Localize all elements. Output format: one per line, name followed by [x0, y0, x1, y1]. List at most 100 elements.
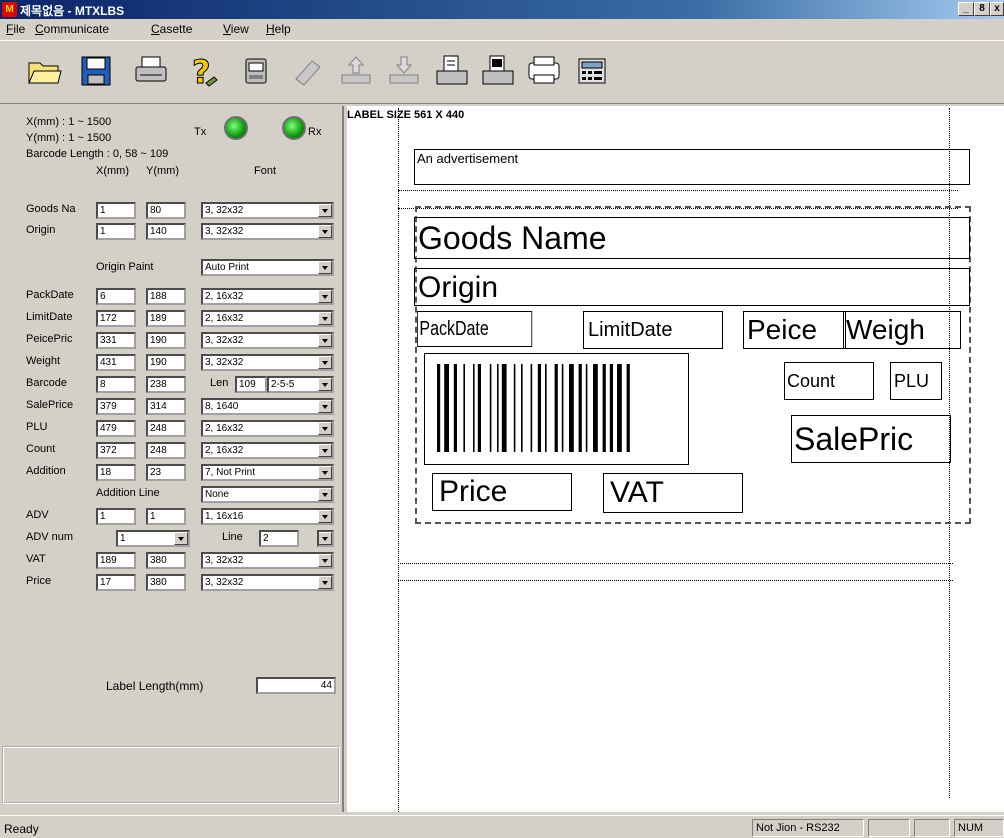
count-x-input[interactable]: 372 [96, 442, 136, 459]
peiceprice-x-input[interactable]: 331 [96, 332, 136, 349]
price-field[interactable]: Price [432, 473, 572, 511]
count-field[interactable]: Count [784, 362, 874, 400]
upload-tray-icon[interactable] [336, 51, 376, 91]
chevron-down-icon[interactable] [318, 400, 332, 413]
maximize-button[interactable]: 8 [974, 2, 990, 16]
weight-font-select[interactable]: 3, 32x32 [201, 354, 334, 371]
saleprice-x-input[interactable]: 379 [96, 398, 136, 415]
packdate-font-select[interactable]: 2, 16x32 [201, 288, 334, 305]
peice-price-field[interactable]: Peice [743, 311, 846, 349]
line-dropdown[interactable] [317, 530, 334, 547]
goods-name-y-input[interactable]: 80 [146, 202, 186, 219]
limitdate-field[interactable]: LimitDate [583, 311, 723, 349]
chevron-down-icon[interactable] [319, 532, 332, 545]
price-font-select[interactable]: 3, 32x32 [201, 574, 334, 591]
addition-y-input[interactable]: 23 [146, 464, 186, 481]
menu-view[interactable]: View [223, 22, 249, 36]
label-printer-icon[interactable] [236, 51, 276, 91]
chevron-down-icon[interactable] [318, 422, 332, 435]
plu-field[interactable]: PLU [890, 362, 942, 400]
chevron-down-icon[interactable] [318, 225, 332, 238]
label-length-input[interactable]: 44 [256, 677, 336, 694]
peiceprice-y-input[interactable]: 190 [146, 332, 186, 349]
eraser-icon[interactable] [288, 51, 328, 91]
chevron-down-icon[interactable] [318, 378, 332, 391]
plu-font-select[interactable]: 2, 16x32 [201, 420, 334, 437]
menu-help[interactable]: Help [266, 22, 291, 36]
weight-x-input[interactable]: 431 [96, 354, 136, 371]
count-font-select[interactable]: 2, 16x32 [201, 442, 334, 459]
adv-x-input[interactable]: 1 [96, 508, 136, 525]
plu-y-input[interactable]: 248 [146, 420, 186, 437]
barcode-field[interactable] [424, 353, 689, 465]
packdate-y-input[interactable]: 188 [146, 288, 186, 305]
goods-name-font-select[interactable]: 3, 32x32 [201, 202, 334, 219]
receive-document-icon[interactable] [478, 51, 518, 91]
saleprice-y-input[interactable]: 314 [146, 398, 186, 415]
chevron-down-icon[interactable] [318, 312, 332, 325]
price-x-input[interactable]: 17 [96, 574, 136, 591]
print-icon[interactable] [131, 51, 171, 91]
vat-field[interactable]: VAT [603, 473, 743, 513]
goods-name-x-input[interactable]: 1 [96, 202, 136, 219]
chevron-down-icon[interactable] [318, 466, 332, 479]
plu-x-input[interactable]: 479 [96, 420, 136, 437]
price-y-input[interactable]: 380 [146, 574, 186, 591]
menu-file[interactable]: File [6, 22, 25, 36]
chevron-down-icon[interactable] [318, 356, 332, 369]
weight-field[interactable]: Weigh [843, 311, 961, 349]
limitdate-y-input[interactable]: 189 [146, 310, 186, 327]
addition-x-input[interactable]: 18 [96, 464, 136, 481]
printer-icon[interactable] [524, 51, 564, 91]
adv-font-select[interactable]: 1, 16x16 [201, 508, 334, 525]
label-canvas[interactable]: LABEL SIZE 561 X 440 An advertisement Go… [347, 106, 1004, 812]
vat-font-select[interactable]: 3, 32x32 [201, 552, 334, 569]
menu-communicate[interactable]: Communicate [35, 22, 109, 36]
app-icon[interactable]: M [2, 2, 17, 17]
origin-font-select[interactable]: 3, 32x32 [201, 223, 334, 240]
vat-y-input[interactable]: 380 [146, 552, 186, 569]
chevron-down-icon[interactable] [318, 488, 332, 501]
chevron-down-icon[interactable] [318, 261, 332, 274]
origin-y-input[interactable]: 140 [146, 223, 186, 240]
minimize-button[interactable]: _ [958, 2, 974, 16]
help-question-icon[interactable]: ? [182, 51, 222, 91]
barcode-y-input[interactable]: 238 [146, 376, 186, 393]
chevron-down-icon[interactable] [318, 204, 332, 217]
limitdate-font-select[interactable]: 2, 16x32 [201, 310, 334, 327]
chevron-down-icon[interactable] [318, 554, 332, 567]
calculator-icon[interactable] [572, 51, 612, 91]
limitdate-x-input[interactable]: 172 [96, 310, 136, 327]
packdate-x-input[interactable]: 6 [96, 288, 136, 305]
chevron-down-icon[interactable] [318, 334, 332, 347]
saleprice-font-select[interactable]: 8, 1640 [201, 398, 334, 415]
origin-x-input[interactable]: 1 [96, 223, 136, 240]
line-input[interactable]: 2 [259, 530, 299, 547]
barcode-type-select[interactable]: 2-5-5 [267, 376, 334, 393]
chevron-down-icon[interactable] [318, 444, 332, 457]
advertisement-field[interactable]: An advertisement [414, 149, 970, 185]
chevron-down-icon[interactable] [318, 510, 332, 523]
weight-y-input[interactable]: 190 [146, 354, 186, 371]
addition-line-select[interactable]: None [201, 486, 334, 503]
origin-field[interactable]: Origin [414, 268, 970, 306]
vat-x-input[interactable]: 189 [96, 552, 136, 569]
goods-name-field[interactable]: Goods Name [414, 217, 970, 259]
saleprice-field[interactable]: SalePric [791, 415, 951, 463]
close-button[interactable]: x [990, 2, 1004, 16]
adv-num-select[interactable]: 1 [116, 530, 190, 547]
addition-font-select[interactable]: 7, Not Print [201, 464, 334, 481]
origin-paint-select[interactable]: Auto Print [201, 259, 334, 276]
packdate-field[interactable]: PackDate [417, 311, 533, 347]
barcode-x-input[interactable]: 8 [96, 376, 136, 393]
send-document-icon[interactable] [432, 51, 472, 91]
save-disk-icon[interactable] [76, 51, 116, 91]
open-folder-icon[interactable] [24, 51, 64, 91]
barcode-len-input[interactable]: 109 [235, 376, 267, 393]
peiceprice-font-select[interactable]: 3, 32x32 [201, 332, 334, 349]
menu-casette[interactable]: Casette [151, 22, 192, 36]
count-y-input[interactable]: 248 [146, 442, 186, 459]
title-bar[interactable]: M 제목없음 - MTXLBS _ 8 x [0, 0, 1004, 19]
download-tray-icon[interactable] [384, 51, 424, 91]
chevron-down-icon[interactable] [318, 576, 332, 589]
